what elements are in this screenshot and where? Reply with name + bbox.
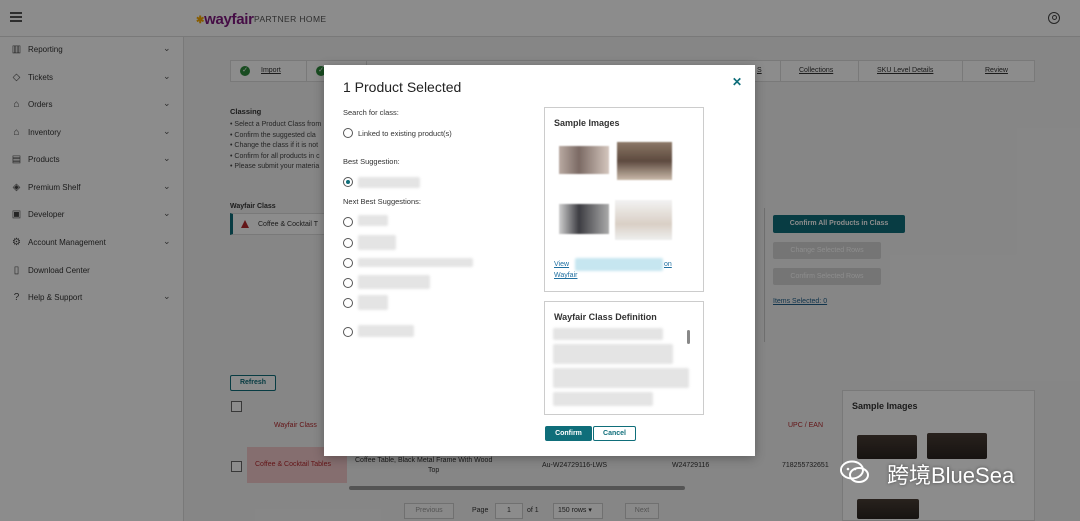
redacted-definition <box>553 368 689 388</box>
confirm-button[interactable]: Confirm <box>545 426 592 441</box>
redacted-suggestion <box>358 177 420 188</box>
watermark: 跨境BlueSea <box>840 455 1050 489</box>
redacted-definition <box>553 392 653 406</box>
definition-scrollbar[interactable] <box>687 330 690 344</box>
redacted-definition <box>553 328 663 340</box>
search-class-label: Search for class: <box>343 108 399 117</box>
product-image[interactable] <box>617 142 672 180</box>
best-suggestion-label: Best Suggestion: <box>343 157 400 166</box>
class-definition-title: Wayfair Class Definition <box>554 312 657 322</box>
redacted-suggestion <box>358 258 473 267</box>
view-on-wayfair-link-end[interactable]: on <box>664 261 672 268</box>
suggestion-radio[interactable] <box>343 258 353 268</box>
suggestion-radio[interactable] <box>343 298 353 308</box>
redacted-link-text <box>575 258 663 271</box>
redacted-suggestion <box>358 235 396 250</box>
linked-radio[interactable] <box>343 128 353 138</box>
redacted-definition <box>553 344 673 364</box>
suggestion-radio[interactable] <box>343 278 353 288</box>
next-best-label: Next Best Suggestions: <box>343 197 421 206</box>
product-image[interactable] <box>559 146 609 174</box>
redacted-suggestion <box>358 295 388 310</box>
product-class-modal: 1 Product Selected ✕ Search for class: L… <box>324 65 755 456</box>
best-suggestion-radio[interactable] <box>343 177 353 187</box>
linked-label: Linked to existing product(s) <box>358 129 452 138</box>
redacted-suggestion <box>358 325 414 337</box>
watermark-text: 跨境BlueSea <box>887 463 1015 488</box>
class-definition-card: Wayfair Class Definition <box>544 301 704 415</box>
sample-images-title: Sample Images <box>554 118 620 128</box>
suggestion-radio[interactable] <box>343 327 353 337</box>
product-image[interactable] <box>615 200 672 240</box>
view-on-wayfair-link[interactable]: View <box>554 261 569 268</box>
sample-images-card: Sample Images View on Wayfair <box>544 107 704 292</box>
wechat-icon <box>840 460 869 483</box>
redacted-suggestion <box>358 275 430 289</box>
suggestion-radio[interactable] <box>343 217 353 227</box>
product-image[interactable] <box>559 204 609 234</box>
redacted-suggestion <box>358 215 388 226</box>
view-on-wayfair-link-2[interactable]: Wayfair <box>554 272 577 279</box>
cancel-button[interactable]: Cancel <box>593 426 636 441</box>
suggestion-radio[interactable] <box>343 238 353 248</box>
modal-title: 1 Product Selected <box>343 79 462 95</box>
close-icon[interactable]: ✕ <box>732 75 742 89</box>
